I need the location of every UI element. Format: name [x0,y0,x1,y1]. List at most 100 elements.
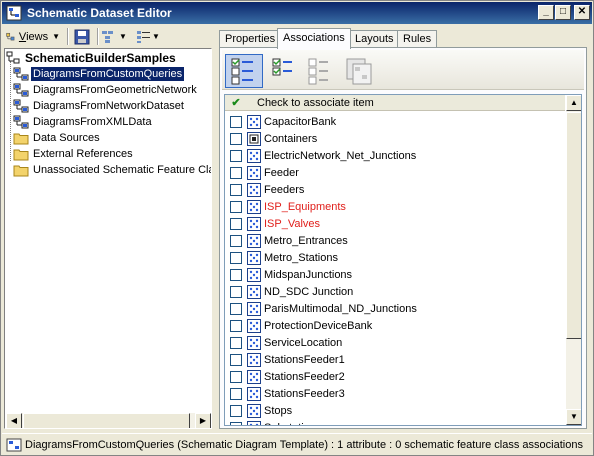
diagram-template-icon [13,83,29,97]
feature-class-name: Metro_Stations [264,251,338,264]
association-checkbox[interactable] [230,200,242,213]
list-header[interactable]: ✔ Check to associate item [225,95,565,111]
list-item[interactable]: ISP_Valves [225,215,565,232]
tree-item[interactable]: Data Sources [13,130,102,146]
tree-item[interactable]: External References [13,146,135,162]
minimize-button[interactable]: _ [538,5,554,20]
scroll-right-button[interactable]: ▶ [195,413,211,428]
list-item[interactable]: ISP_Equipments [225,198,565,215]
association-checkbox[interactable] [230,302,242,315]
tree-item-label: Unassociated Schematic Feature Clas [33,164,212,176]
association-checkbox[interactable] [230,336,242,349]
list-item[interactable]: StationsFeeder3 [225,385,565,402]
list-item[interactable]: Feeders [225,181,565,198]
association-checkbox[interactable] [230,183,242,196]
association-checkbox[interactable] [230,149,242,162]
list-item[interactable]: Feeder [225,164,565,181]
feature-class-icon [247,301,261,316]
vertical-scroll-thumb[interactable] [566,112,581,339]
schematic-dataset-editor-window: Schematic Dataset Editor _ □ ✕ Views ▼ ▼ [0,0,594,456]
list-item[interactable]: Substations [225,419,565,425]
views-icon [6,32,15,40]
feature-class-icon [247,165,261,180]
association-checkbox[interactable] [230,353,242,366]
list-item[interactable]: ElectricNetwork_Net_Junctions [225,147,565,164]
save-icon [74,29,90,44]
properties-dialog-button[interactable] [340,54,378,88]
list-item[interactable]: StationsFeeder1 [225,351,565,368]
list-item[interactable]: Stops [225,402,565,419]
association-checkbox[interactable] [230,166,242,179]
minimize-icon: _ [543,6,549,17]
tree-item-label: External References [33,148,133,160]
tab-properties[interactable]: Properties [219,30,282,48]
list-item[interactable]: Metro_Entrances [225,232,565,249]
title-bar[interactable]: Schematic Dataset Editor _ □ ✕ [2,2,592,24]
feature-class-icon [247,267,261,282]
tree-item[interactable]: DiagramsFromXMLData [13,114,154,130]
save-button[interactable] [74,27,94,46]
show-checked-button[interactable] [266,54,304,88]
show-all-button[interactable] [225,54,263,88]
tab-associations[interactable]: Associations [277,28,351,49]
dataset-tree[interactable]: SchematicBuilderSamples DiagramsFromCust… [4,48,212,429]
tab-rules[interactable]: Rules [397,30,438,48]
list-item[interactable]: CapacitorBank [225,113,565,130]
feature-class-name: Feeders [264,183,305,196]
list-item[interactable]: ND_SDC Junction [225,283,565,300]
maximize-button[interactable]: □ [555,5,571,20]
tree-item[interactable]: DiagramsFromGeometricNetwork [13,82,199,98]
association-checkbox[interactable] [230,234,242,247]
list-item[interactable]: Containers [225,130,565,147]
toolbar-separator [97,28,99,45]
association-checkbox[interactable] [230,251,242,264]
feature-class-name: ISP_Valves [264,217,321,230]
tree-root[interactable]: SchematicBuilderSamples [5,50,178,66]
list-item[interactable]: MidspanJunctions [225,266,565,283]
tree-item[interactable]: DiagramsFromCustomQueries [13,66,186,82]
association-checkbox[interactable] [230,285,242,298]
association-checkbox[interactable] [230,421,242,425]
show-unchecked-button[interactable] [302,54,340,88]
feature-class-icon [247,148,261,163]
tree-view-button[interactable]: ▼ [101,27,129,46]
horizontal-scroll-thumb[interactable] [23,413,190,428]
chevron-down-icon: ▼ [119,32,127,41]
status-bar: DiagramsFromCustomQueries (Schematic Dia… [2,433,592,455]
horizontal-scrollbar[interactable]: ◀ ▶ [6,413,211,428]
association-checkbox[interactable] [230,217,242,230]
list-item[interactable]: ParisMultimodal_ND_Junctions [225,300,565,317]
tab-layouts[interactable]: Layouts [349,30,400,48]
diagram-template-icon [6,438,22,451]
close-button[interactable]: ✕ [574,5,590,20]
tree-item[interactable]: Unassociated Schematic Feature Clas [13,162,212,178]
chevron-down-icon: ▼ [152,32,160,41]
list-item[interactable]: Metro_Stations [225,249,565,266]
status-text: DiagramsFromCustomQueries (Schematic Dia… [25,438,583,451]
association-checkbox[interactable] [230,319,242,332]
scroll-left-button[interactable]: ◀ [6,413,22,428]
arrow-right-icon: ▶ [199,416,207,425]
list-item[interactable]: StationsFeeder2 [225,368,565,385]
association-checkbox[interactable] [230,370,242,383]
scroll-up-button[interactable]: ▲ [566,95,581,111]
views-button[interactable]: Views ▼ [6,27,60,46]
feature-class-icon [247,114,261,129]
scroll-down-button[interactable]: ▼ [566,409,581,425]
association-checkbox[interactable] [230,115,242,128]
tree-item-label: DiagramsFromGeometricNetwork [33,84,197,96]
left-toolbar: Views ▼ ▼ ▼ [4,26,212,48]
list-options-button[interactable]: ▼ [136,27,164,46]
vertical-scrollbar[interactable]: ▲ ▼ [566,95,581,425]
feature-class-name: StationsFeeder3 [264,387,345,400]
association-checkbox[interactable] [230,132,242,145]
list-item[interactable]: ServiceLocation [225,334,565,351]
association-checkbox[interactable] [230,404,242,417]
tree-item[interactable]: DiagramsFromNetworkDataset [13,98,186,114]
feature-class-name: Stops [264,404,293,417]
list-item[interactable]: ProtectionDeviceBank [225,317,565,334]
feature-class-icon [247,352,261,367]
feature-class-icon [247,369,261,384]
association-checkbox[interactable] [230,268,242,281]
association-checkbox[interactable] [230,387,242,400]
